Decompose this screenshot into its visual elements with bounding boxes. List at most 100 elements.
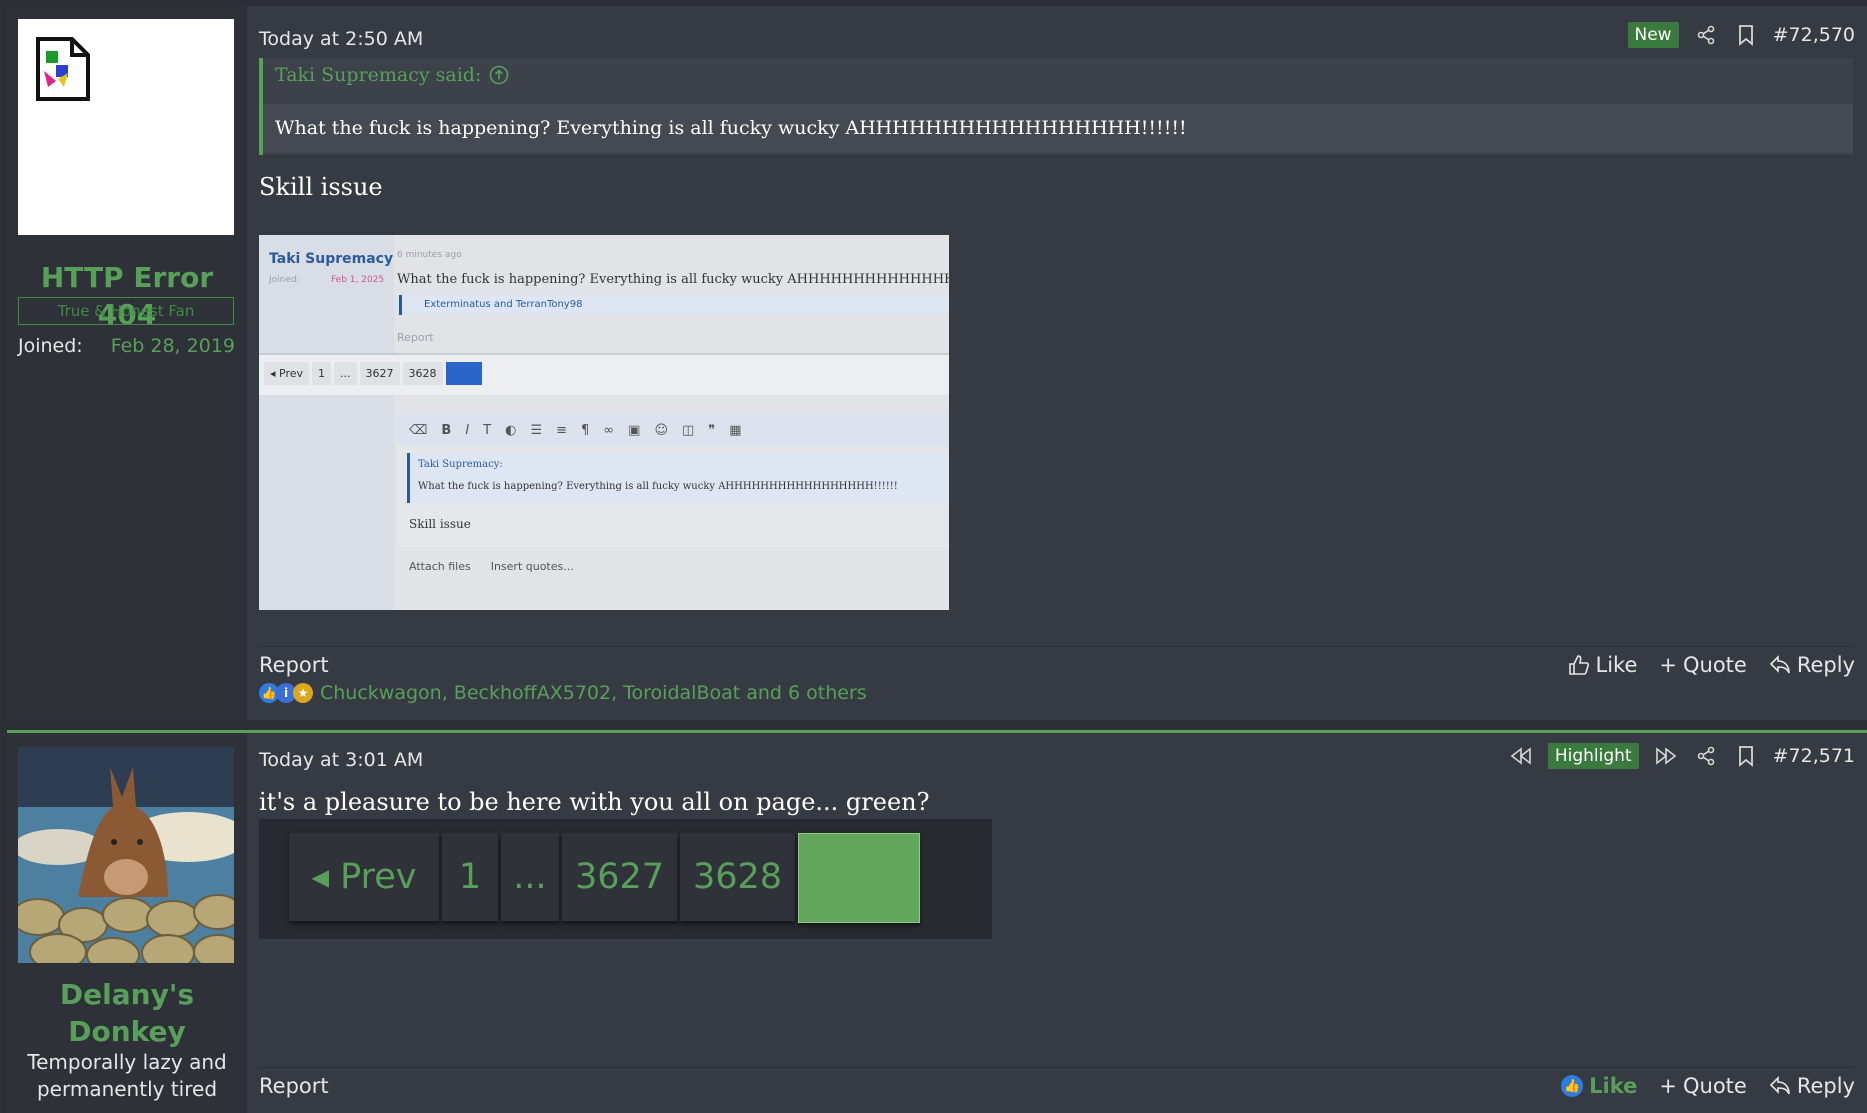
new-badge: New <box>1627 22 1679 48</box>
image-page-dots: ... <box>501 833 559 921</box>
joined-date: Feb 28, 2019 <box>110 335 235 357</box>
shot-username: Taki Supremacy <box>269 251 394 267</box>
quote-button[interactable]: + Quote <box>1659 1074 1746 1098</box>
attached-screenshot[interactable]: Taki Supremacy 6 minutes ago Joined: Feb… <box>259 235 949 610</box>
shot-editor-text: Skill issue <box>409 517 471 531</box>
post-header-actions: New #72,570 <box>1627 22 1855 48</box>
image-page-1: 1 <box>442 833 498 921</box>
previous-highlight-icon[interactable] <box>1508 743 1534 769</box>
quote-text: What the fuck is happening? Everything i… <box>275 117 1187 139</box>
avatar[interactable] <box>18 747 234 963</box>
share-icon[interactable] <box>1693 22 1719 48</box>
username-line1[interactable]: Delany's <box>7 976 247 1013</box>
reply-icon <box>1769 1076 1790 1095</box>
post-main: Today at 2:50 AM New #72,570 Taki Suprem… <box>247 6 1867 720</box>
like-label: Like <box>1595 653 1638 677</box>
post-timestamp[interactable]: Today at 2:50 AM <box>259 28 423 50</box>
user-title-line2: permanently tired <box>36 1077 218 1101</box>
like-label: Like <box>1589 1074 1638 1098</box>
quote-body: What the fuck is happening? Everything i… <box>263 104 1853 153</box>
shot-editor: Taki Supremacy: What the fuck is happeni… <box>397 447 949 547</box>
plus-icon: + <box>1659 1074 1677 1098</box>
shot-image-icon: ▣ <box>628 422 641 438</box>
like-button[interactable]: Like <box>1568 653 1638 677</box>
user-sidebar: HTTP Error 404 True & Honest Fan Joined:… <box>7 6 247 720</box>
image-pagination: ◂ Prev 1 ... 3627 3628 <box>289 833 920 923</box>
arrow-up-circle-icon[interactable] <box>489 65 509 85</box>
shot-time: 6 minutes ago <box>397 250 462 260</box>
username-line2[interactable]: Donkey <box>7 1013 247 1050</box>
share-icon[interactable] <box>1693 743 1719 769</box>
shot-reactions: Exterminatus and TerranTony98 <box>399 295 949 315</box>
shot-page-prev: ◂ Prev <box>264 362 310 385</box>
joined-label: Joined: <box>18 335 83 357</box>
reply-icon <box>1769 655 1790 674</box>
reply-button[interactable]: Reply <box>1769 1074 1855 1098</box>
shot-user-column <box>259 235 394 610</box>
shot-page-3627: 3627 <box>359 362 400 385</box>
shot-smiley-icon: ☺ <box>654 422 668 438</box>
image-page-3628: 3628 <box>680 833 795 921</box>
highlight-badge: Highlight <box>1547 743 1639 769</box>
shot-attach-files: Attach files <box>409 560 471 573</box>
shot-editor-toolbar: ⌫ B I T ◐ ☰ ≡ ¶ ∞ ▣ ☺ ◫ ❞ ▦ <box>397 415 949 445</box>
shot-page-current: 3629 <box>445 362 482 385</box>
report-link[interactable]: Report <box>259 653 329 677</box>
bookmark-icon[interactable] <box>1733 743 1759 769</box>
user-title-banner: True & Honest Fan <box>18 297 234 325</box>
reaction-icons: 👍 i ★ <box>259 683 313 703</box>
shot-insert-quotes: Insert quotes... <box>490 560 574 573</box>
plus-icon: + <box>1659 653 1677 677</box>
shot-table-icon: ▦ <box>729 422 742 438</box>
quote-header[interactable]: Taki Supremacy said: <box>275 64 509 86</box>
post-timestamp[interactable]: Today at 3:01 AM <box>259 749 423 771</box>
shot-page-dots: ... <box>334 362 357 385</box>
report-link[interactable]: Report <box>259 1074 329 1098</box>
avatar[interactable] <box>18 19 234 235</box>
post-body-text: Skill issue <box>259 173 383 201</box>
user-title-line1: Temporally lazy and <box>27 1050 227 1074</box>
shot-list-icon: ☰ <box>530 422 543 438</box>
shot-quote-icon: ❞ <box>708 422 716 438</box>
shot-editor-footer: Attach files Insert quotes... <box>409 560 574 573</box>
quote-label: Quote <box>1682 1074 1747 1098</box>
reply-button[interactable]: Reply <box>1769 653 1855 677</box>
shot-align-icon: ≡ <box>556 422 568 438</box>
shot-italic-icon: I <box>465 422 470 438</box>
shot-media-icon: ◫ <box>682 422 695 438</box>
like-button[interactable]: 👍 Like <box>1561 1074 1637 1098</box>
shot-bold-icon: B <box>441 422 452 438</box>
post-footer: Report Like + Quote Reply <box>259 646 1855 683</box>
post-actions: Like + Quote Reply <box>1568 653 1855 677</box>
shot-eraser-icon: ⌫ <box>409 422 428 438</box>
shot-report: Report <box>397 331 434 344</box>
post-72571: Delany's Donkey Temporally lazy and perm… <box>7 730 1867 1113</box>
quote-block: Taki Supremacy said: What the fuck is ha… <box>259 58 1853 155</box>
post-72570: HTTP Error 404 True & Honest Fan Joined:… <box>7 6 1867 720</box>
user-title: Temporally lazy and permanently tired <box>7 1049 247 1103</box>
shot-page-3628: 3628 <box>402 362 443 385</box>
medal-reaction-icon: ★ <box>293 683 313 703</box>
post-number[interactable]: #72,571 <box>1773 745 1855 767</box>
shot-paragraph-icon: ¶ <box>581 422 590 438</box>
reactions-summary[interactable]: 👍 i ★ Chuckwagon, BeckhoffAX5702, Toroid… <box>259 682 867 704</box>
next-highlight-icon[interactable] <box>1653 743 1679 769</box>
shot-pagination: ◂ Prev 1 ... 3627 3628 3629 <box>264 362 482 385</box>
pagination-image[interactable]: ◂ Prev 1 ... 3627 3628 <box>259 819 992 942</box>
quote-author[interactable]: Taki Supremacy said: <box>275 64 481 86</box>
image-page-3627: 3627 <box>562 833 677 921</box>
quote-label: Quote <box>1682 653 1747 677</box>
post-main: Today at 3:01 AM Highlight #72,571 it's … <box>247 733 1867 1113</box>
shot-editor-quote-author: Taki Supremacy: <box>418 459 503 470</box>
shot-link-icon: ∞ <box>603 422 615 438</box>
shot-joined-label: Joined: <box>269 275 300 285</box>
quote-button[interactable]: + Quote <box>1659 653 1746 677</box>
post-number[interactable]: #72,570 <box>1773 24 1855 46</box>
reactions-text[interactable]: Chuckwagon, BeckhoffAX5702, ToroidalBoat… <box>320 682 867 704</box>
liked-thumbs-up-icon: 👍 <box>1561 1075 1584 1097</box>
post-header-actions: Highlight #72,571 <box>1508 743 1855 769</box>
shot-joined-date: Feb 1, 2025 <box>331 275 385 285</box>
thumbs-up-icon <box>1568 655 1589 675</box>
shot-post-text: What the fuck is happening? Everything i… <box>397 272 949 287</box>
bookmark-icon[interactable] <box>1733 22 1759 48</box>
